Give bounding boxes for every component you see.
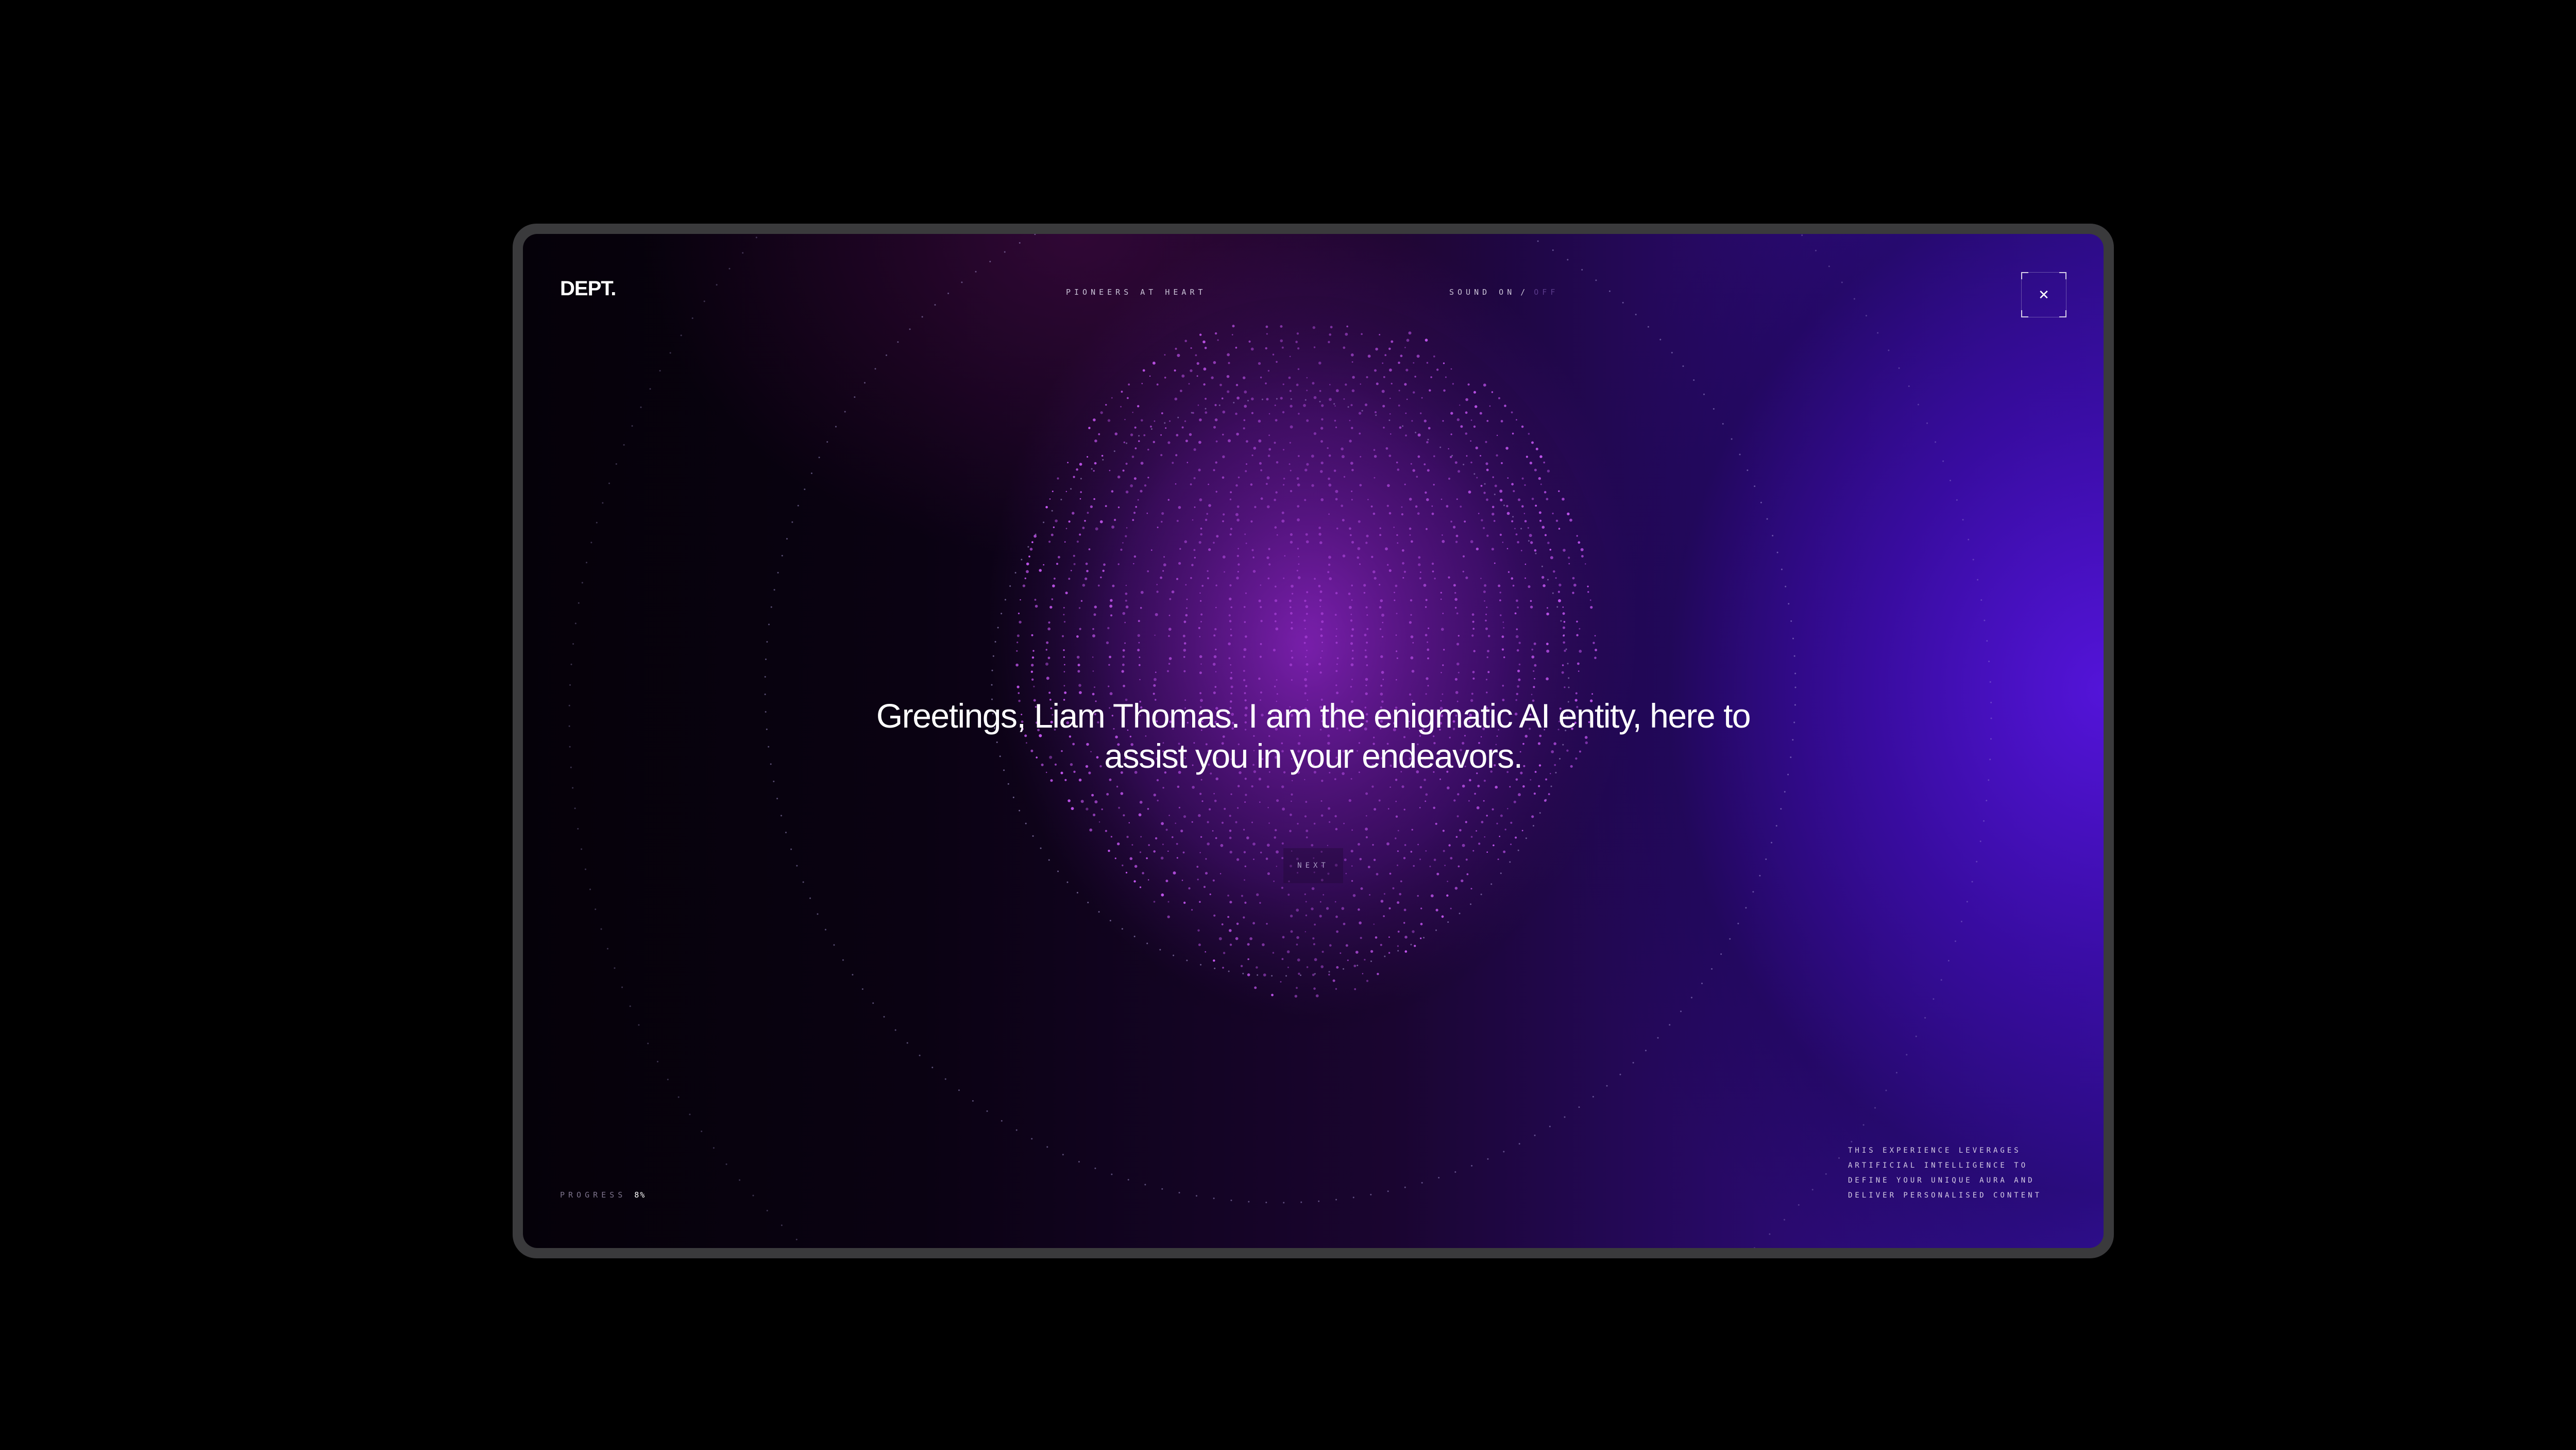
- corner-mark: [2059, 272, 2066, 279]
- corner-mark: [2059, 310, 2066, 317]
- ai-greeting-message: Greetings, Liam Thomas. I am the enigmat…: [876, 697, 1751, 775]
- app-screen: DEPT. PIONEERS AT HEART SOUND ON / OFF ✕ G…: [523, 234, 2104, 1248]
- progress-indicator: PROGRESS 8%: [560, 1190, 646, 1200]
- progress-value: 8%: [634, 1190, 646, 1200]
- frame-edge: [2021, 279, 2022, 310]
- corner-mark: [2021, 310, 2028, 317]
- sound-on-toggle[interactable]: SOUND ON: [1449, 288, 1515, 297]
- brand-logo[interactable]: DEPT.: [560, 277, 616, 300]
- device-frame: DEPT. PIONEERS AT HEART SOUND ON / OFF ✕ G…: [513, 224, 2114, 1258]
- ai-disclaimer: THIS EXPERIENCE LEVERAGES ARTIFICIAL INT…: [1848, 1146, 2042, 1200]
- sound-separator: /: [1520, 288, 1529, 297]
- sound-toggle: SOUND ON / OFF: [1449, 288, 1558, 297]
- next-button[interactable]: NEXT: [1283, 848, 1343, 883]
- close-button[interactable]: ✕: [2021, 272, 2066, 317]
- tagline: PIONEERS AT HEART: [1066, 288, 1207, 297]
- page-background: DEPT. PIONEERS AT HEART SOUND ON / OFF ✕ G…: [0, 0, 2576, 1450]
- corner-mark: [2021, 272, 2028, 279]
- sound-off-toggle[interactable]: OFF: [1534, 288, 1558, 297]
- progress-label: PROGRESS: [560, 1190, 626, 1200]
- close-icon: ✕: [2038, 287, 2049, 302]
- frame-edge: [2028, 272, 2059, 273]
